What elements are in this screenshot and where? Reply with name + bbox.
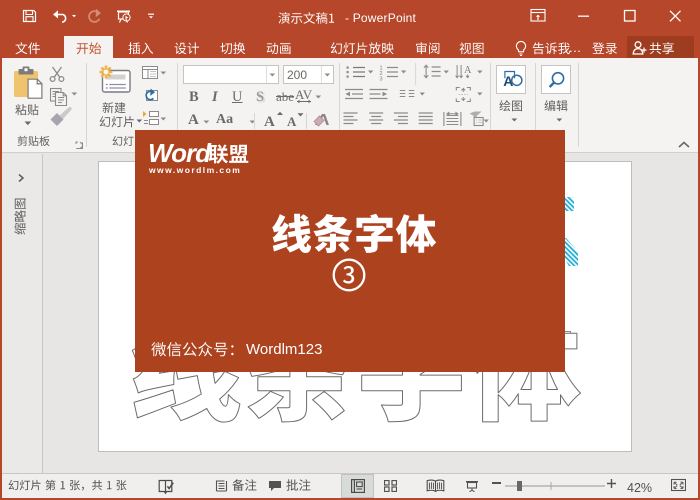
svg-text:A: A (464, 65, 472, 76)
svg-text:3: 3 (380, 77, 383, 83)
svg-text:AV: AV (295, 88, 313, 102)
svg-text:A: A (287, 114, 297, 129)
svg-text:A: A (264, 114, 275, 130)
